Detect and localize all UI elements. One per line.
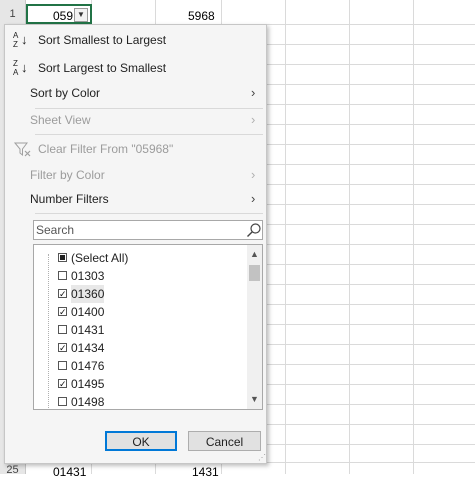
list-item[interactable]: ✓ 01495 [34,375,244,393]
scroll-up-icon[interactable]: ▲ [247,247,262,262]
chevron-right-icon: › [251,112,256,127]
row-number-1[interactable]: 1 [0,8,25,20]
clear-filter-label: Clear Filter From "05968" [38,142,174,156]
autofilter-menu: A Z ↓ Sort Smallest to Largest Z A ↓ Sor… [4,24,267,464]
chevron-right-icon: › [251,167,256,182]
list-item[interactable]: ✓ 01400 [34,303,244,321]
chevron-down-icon: ▼ [77,10,85,19]
scroll-down-icon[interactable]: ▼ [247,392,262,407]
clear-filter-icon [14,142,31,157]
checkbox[interactable]: ✓ [58,307,67,317]
checkbox-partial[interactable] [58,253,67,262]
list-scrollbar[interactable]: ▲ ▼ [247,245,262,409]
list-item[interactable]: 01303 [34,267,244,285]
number-filters-item[interactable]: Number Filters › [5,187,266,211]
cell-a25[interactable]: 01431 [53,465,86,479]
number-filters-label: Number Filters [30,192,109,206]
filter-by-color-label: Filter by Color [30,168,105,182]
filter-by-color-item: Filter by Color › [5,163,266,187]
clear-filter-item: Clear Filter From "05968" [5,137,266,161]
sheet-view-item: Sheet View › [5,108,266,132]
list-item[interactable]: ✓ 01360 [34,285,244,303]
checkbox[interactable] [58,271,67,280]
ok-button[interactable]: OK [105,431,177,451]
list-item[interactable]: 01498 [34,393,244,409]
resize-grip-icon[interactable]: ⋰ [258,454,266,462]
scroll-thumb[interactable] [249,265,260,281]
checkbox[interactable] [58,397,67,406]
cancel-button[interactable]: Cancel [188,431,261,451]
checkbox[interactable]: ✓ [58,343,67,353]
sort-ascending-icon: A Z ↓ [13,31,28,49]
checkbox[interactable] [58,325,67,334]
sort-ascending-label: Sort Smallest to Largest [38,33,167,47]
cell-b25[interactable]: 1431 [192,465,219,479]
sort-descending-item[interactable]: Z A ↓ Sort Largest to Smallest [5,56,266,80]
cell-b1[interactable]: 5968 [188,9,215,23]
sheet-view-label: Sheet View [30,113,91,127]
chevron-right-icon: › [251,191,256,206]
sort-ascending-item[interactable]: A Z ↓ Sort Smallest to Largest [5,28,266,52]
value-list: (Select All) 01303 ✓ 01360 ✓ 01400 01431… [33,244,263,410]
list-item[interactable]: ✓ 01434 [34,339,244,357]
search-icon [247,223,261,237]
list-item[interactable]: 01431 [34,321,244,339]
row-number-25[interactable]: 25 [0,464,25,476]
sort-by-color-label: Sort by Color [30,86,101,100]
sort-descending-label: Sort Largest to Smallest [38,61,167,75]
filter-dropdown-button[interactable]: ▼ [74,8,88,22]
cell-a1[interactable]: 059 [53,9,73,23]
checkbox[interactable]: ✓ [58,289,67,299]
search-box [33,220,263,240]
checkbox[interactable] [58,361,67,370]
sort-descending-icon: Z A ↓ [13,59,28,77]
checkbox[interactable]: ✓ [58,379,67,389]
chevron-right-icon: › [251,85,256,100]
sort-by-color-item[interactable]: Sort by Color › [5,81,266,105]
search-input[interactable] [36,221,241,239]
list-item[interactable]: 01476 [34,357,244,375]
list-item-select-all[interactable]: (Select All) [34,249,244,267]
